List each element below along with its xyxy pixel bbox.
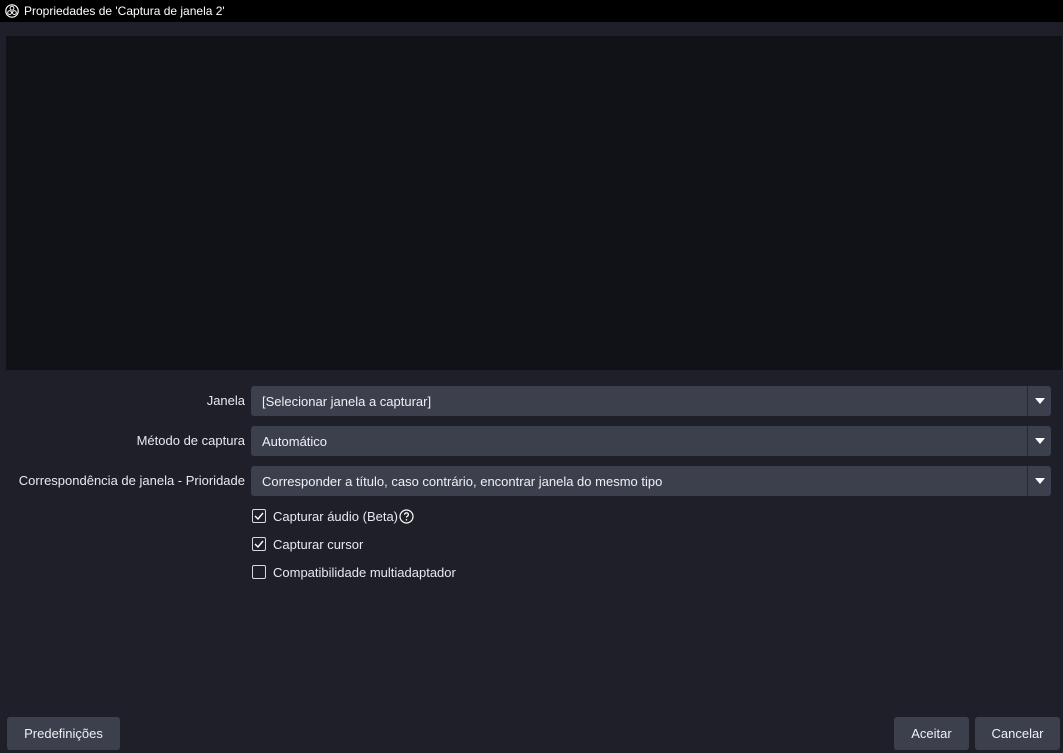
window-match-priority-select[interactable]: Corresponder a título, caso contrário, e… xyxy=(251,466,1051,496)
chevron-down-icon[interactable] xyxy=(1028,426,1051,456)
capture-method-value: Automático xyxy=(262,433,328,449)
capture-method-select[interactable]: Automático xyxy=(251,426,1051,456)
window-match-priority-value: Corresponder a título, caso contrário, e… xyxy=(262,473,663,489)
source-preview xyxy=(6,36,1062,370)
window-label: Janela xyxy=(206,393,245,408)
capture-audio-checkbox[interactable] xyxy=(252,509,266,523)
capture-cursor-checkbox[interactable] xyxy=(252,537,266,551)
title-bar: Propriedades de 'Captura de janela 2' xyxy=(0,0,1063,22)
ok-button[interactable]: Aceitar xyxy=(894,717,969,750)
window-match-priority-label: Correspondência de janela - Prioridade xyxy=(18,473,245,488)
capture-cursor-label: Capturar cursor xyxy=(273,536,364,552)
multi-adapter-label: Compatibilidade multiadaptador xyxy=(273,564,456,580)
window-select[interactable]: [Selecionar janela a capturar] xyxy=(251,386,1051,416)
multi-adapter-checkbox-row[interactable]: Compatibilidade multiadaptador xyxy=(252,563,456,581)
window-title: Propriedades de 'Captura de janela 2' xyxy=(24,4,225,18)
capture-audio-checkbox-row[interactable]: Capturar áudio (Beta) xyxy=(252,507,414,525)
chevron-down-icon[interactable] xyxy=(1028,466,1051,496)
capture-audio-label: Capturar áudio (Beta) xyxy=(273,508,399,524)
capture-method-label: Método de captura xyxy=(136,433,245,448)
obs-logo-icon xyxy=(5,4,19,18)
defaults-button[interactable]: Predefinições xyxy=(7,717,120,750)
multi-adapter-checkbox[interactable] xyxy=(252,565,266,579)
cancel-button[interactable]: Cancelar xyxy=(975,717,1060,750)
capture-cursor-checkbox-row[interactable]: Capturar cursor xyxy=(252,535,363,553)
window-select-value: [Selecionar janela a capturar] xyxy=(262,393,432,409)
chevron-down-icon[interactable] xyxy=(1028,386,1051,416)
help-icon[interactable] xyxy=(399,508,414,524)
